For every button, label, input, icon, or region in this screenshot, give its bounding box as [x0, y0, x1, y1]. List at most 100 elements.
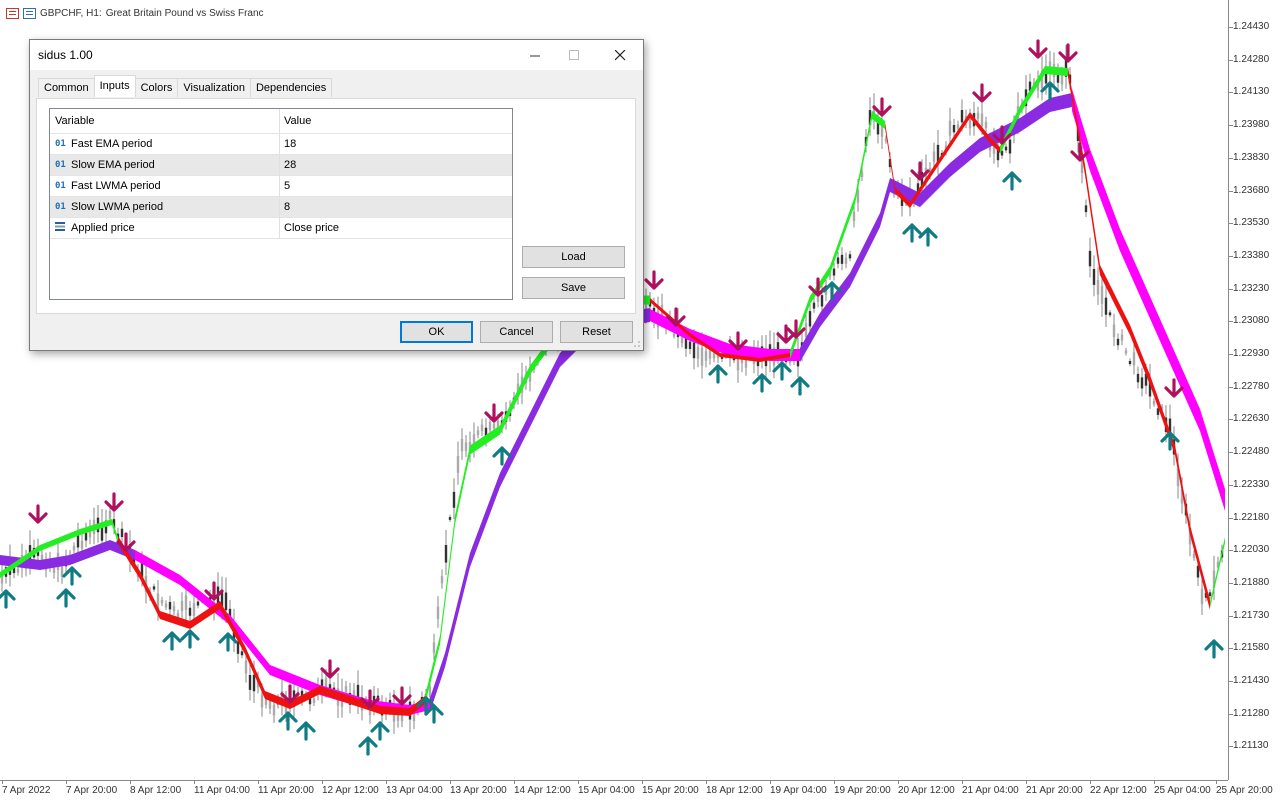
candle-body	[960, 110, 964, 123]
candle-body	[172, 605, 176, 612]
time-label: 25 Apr 20:00	[1216, 785, 1273, 796]
column-header-variable[interactable]: Variable	[50, 109, 280, 133]
price-label: 1.21580	[1233, 642, 1270, 654]
arrow-up-icon	[370, 721, 390, 741]
input-row-slow-lwma[interactable]: 01 Slow LWMA period 8	[50, 196, 512, 217]
input-value[interactable]: 5	[280, 176, 512, 196]
tab-common[interactable]: Common	[38, 78, 95, 97]
candle-body	[1116, 338, 1120, 346]
candle-body	[1132, 352, 1136, 366]
arrow-down-icon	[320, 659, 340, 679]
time-scale[interactable]: 7 Apr 2022 7 Apr 20:00 8 Apr 12:00 11 Apr 0…	[0, 780, 1273, 801]
time-label: 7 Apr 20:00	[66, 785, 118, 796]
input-value[interactable]: 8	[280, 197, 512, 217]
time-label: 13 Apr 20:00	[450, 785, 507, 796]
time-label: 15 Apr 20:00	[642, 785, 699, 796]
dialog-tabs: Common Inputs Colors Visualization Depen…	[38, 75, 333, 98]
candle-body	[80, 540, 84, 549]
time-label: 11 Apr 04:00	[194, 785, 250, 796]
time-tick	[386, 781, 387, 784]
candle-body	[1192, 553, 1196, 558]
input-variable-cell: 01 Fast LWMA period	[50, 176, 280, 196]
price-label: 1.23680	[1233, 184, 1270, 196]
arrow-up-icon	[162, 631, 182, 651]
maximize-icon	[568, 49, 579, 60]
candle-body	[448, 517, 452, 520]
column-header-value[interactable]: Value	[280, 109, 512, 133]
input-row-fast-ema[interactable]: 01 Fast EMA period 18	[50, 133, 512, 154]
candle-body	[16, 568, 20, 573]
arrow-down-icon	[28, 504, 48, 524]
time-label: 18 Apr 12:00	[706, 785, 763, 796]
price-label: 1.23530	[1233, 217, 1270, 229]
chart-symbol: GBPCHF, H1:	[40, 7, 102, 19]
input-variable: Slow EMA period	[71, 159, 155, 171]
save-button[interactable]: Save	[522, 277, 625, 299]
time-tick	[642, 781, 643, 784]
price-label: 1.22630	[1233, 413, 1270, 425]
input-row-fast-lwma[interactable]: 01 Fast LWMA period 5	[50, 175, 512, 196]
input-row-applied-price[interactable]: Applied price Close price	[50, 217, 512, 239]
candle-body	[196, 601, 200, 606]
time-tick	[66, 781, 67, 784]
candle-body	[840, 254, 844, 264]
candle-body	[268, 701, 272, 709]
tab-dependencies[interactable]: Dependencies	[249, 78, 333, 97]
candle-body	[1100, 285, 1104, 304]
input-variable: Fast EMA period	[71, 138, 153, 150]
chart-menu-icon[interactable]	[6, 7, 19, 19]
time-label: 11 Apr 20:00	[258, 785, 314, 796]
time-label: 19 Apr 20:00	[834, 785, 891, 796]
candle-body	[152, 586, 156, 590]
price-scale[interactable]: 1.24430 1.24280 1.24130 1.23980 1.23830 1.236…	[1228, 0, 1280, 780]
input-value[interactable]: 18	[280, 134, 512, 154]
input-value[interactable]: Close price	[280, 218, 512, 238]
resize-grip-icon[interactable]	[633, 340, 641, 348]
price-label: 1.21880	[1233, 576, 1270, 588]
time-label: 14 Apr 12:00	[514, 785, 571, 796]
load-button[interactable]: Load	[522, 246, 625, 268]
price-label: 1.22480	[1233, 446, 1270, 458]
candle-body	[956, 124, 960, 129]
input-row-slow-ema[interactable]: 01 Slow EMA period 28	[50, 154, 512, 175]
candle-body	[812, 302, 816, 309]
candle-body	[236, 641, 240, 654]
candle-body	[312, 698, 316, 703]
dialog-titlebar[interactable]: sidus 1.00	[30, 40, 643, 70]
arrow-down-icon	[644, 270, 664, 290]
time-label: 21 Apr 20:00	[1026, 785, 1083, 796]
arrow-down-icon	[1028, 39, 1048, 59]
candle-body	[980, 113, 984, 126]
candle-body	[1108, 312, 1112, 316]
candle-body	[688, 341, 692, 350]
indicator-properties-dialog: sidus 1.00 Common Inputs Colors Visualiz…	[29, 39, 644, 351]
fast-band-segment	[118, 536, 425, 716]
price-label: 1.22330	[1233, 478, 1270, 490]
price-label: 1.24130	[1233, 86, 1270, 98]
tab-visualization[interactable]: Visualization	[177, 78, 251, 97]
reset-button[interactable]: Reset	[560, 321, 633, 343]
arrow-up-icon	[752, 373, 772, 393]
candle-body	[264, 699, 268, 705]
candle-body	[968, 117, 972, 129]
ok-button[interactable]: OK	[400, 321, 473, 343]
candle-body	[180, 600, 184, 612]
input-value[interactable]: 28	[280, 155, 512, 175]
minimize-button[interactable]	[513, 40, 557, 70]
candle-body	[820, 295, 824, 307]
candle-body	[168, 602, 172, 610]
candle-body	[1092, 269, 1096, 285]
cancel-button[interactable]: Cancel	[480, 321, 553, 343]
arrow-up-icon	[1040, 81, 1060, 101]
close-button[interactable]	[598, 40, 642, 70]
price-label: 1.23830	[1233, 151, 1270, 163]
candle-body	[1112, 324, 1116, 338]
candle-body	[164, 603, 168, 608]
tab-inputs[interactable]: Inputs	[93, 75, 136, 97]
candle-body	[952, 125, 956, 133]
tab-colors[interactable]: Colors	[134, 78, 179, 97]
maximize-button[interactable]	[552, 40, 596, 70]
chart-window-icon[interactable]	[23, 7, 36, 19]
time-tick	[1154, 781, 1155, 784]
candle-body	[848, 254, 852, 259]
